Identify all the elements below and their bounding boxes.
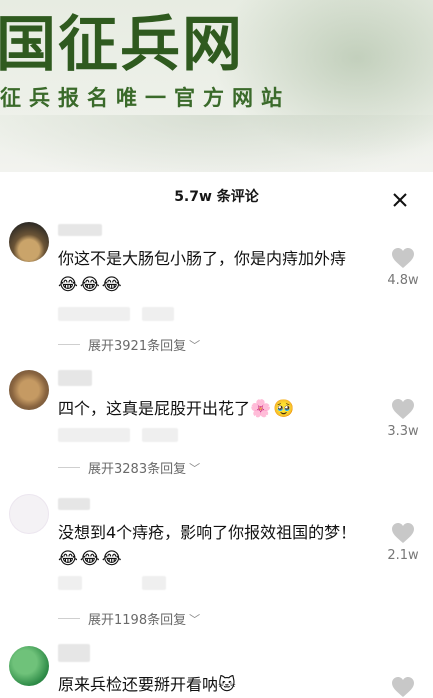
comment-item: 原来兵检还要掰开看呐🐱 (0, 644, 433, 698)
comment-item: 没想到4个痔疮，影响了你报效祖国的梦！ 😂 😂 😂 展开1198条回复 ﹀ 2.1w (0, 494, 433, 634)
close-icon (393, 193, 407, 207)
chevron-down-icon: ﹀ (189, 612, 201, 626)
avatar[interactable] (9, 494, 49, 534)
emoji: 😂 (101, 549, 122, 569)
emoji: 🌸 (250, 399, 272, 419)
expand-replies[interactable]: 展开3283条回复 ﹀ (58, 458, 200, 477)
banner-subtitle: 征兵报名唯一官方网站 (0, 86, 290, 110)
emoji: 🐱 (218, 675, 236, 695)
meta-redacted (58, 307, 130, 321)
emoji: 😂 (101, 275, 122, 295)
avatar[interactable] (9, 222, 49, 262)
avatar[interactable] (9, 370, 49, 410)
emoji: 😂 (58, 549, 78, 569)
comment-emojis: 😂 😂 😂 (58, 272, 124, 298)
username-redacted (58, 370, 92, 386)
comment-text: 原来兵检还要掰开看呐🐱 (58, 672, 238, 698)
like-count: 3.3w (387, 424, 419, 439)
meta-redacted (142, 576, 166, 590)
emoji: 🥹 (273, 399, 295, 419)
banner-decoration (0, 115, 433, 172)
username-redacted (58, 498, 90, 510)
username-redacted (58, 644, 90, 662)
like-count: 2.1w (387, 548, 419, 563)
comment-item: 四个，这真是屁股开出花了🌸 🥹 展开3283条回复 ﹀ 3.3w (0, 368, 433, 488)
username-redacted (58, 224, 102, 236)
comment-text: 没想到4个痔疮，影响了你报效祖国的梦！ (58, 523, 357, 542)
expand-replies-label: 展开3283条回复 (88, 462, 187, 477)
heart-icon (392, 677, 414, 697)
expand-replies[interactable]: 展开3921条回复 ﹀ (58, 335, 200, 354)
chevron-down-icon: ﹀ (189, 461, 201, 475)
like-button[interactable]: 4.8w (386, 247, 420, 288)
chevron-down-icon: ﹀ (189, 338, 201, 352)
heart-icon (392, 399, 414, 419)
heart-icon (392, 248, 414, 268)
comment-text-body: 原来兵检还要掰开看呐 (58, 675, 219, 694)
sheet-header: 5.7w 条评论 (0, 172, 433, 222)
like-button[interactable]: 2.1w (386, 522, 420, 563)
expand-replies-label: 展开1198条回复 (88, 613, 187, 628)
emoji: 😂 (79, 549, 100, 569)
emoji: 😂 (58, 275, 78, 295)
emoji: 😂 (79, 275, 100, 295)
like-count: 4.8w (387, 273, 419, 288)
expand-replies-label: 展开3921条回复 (88, 339, 187, 354)
expand-replies[interactable]: 展开1198条回复 ﹀ (58, 609, 200, 628)
close-button[interactable] (388, 188, 412, 212)
comment-text-body: 四个，这真是屁股开出花了 (58, 399, 251, 418)
comment-count-title: 5.7w 条评论 (174, 189, 259, 205)
comment-emojis: 😂 😂 😂 (58, 546, 124, 572)
comment-sheet: 5.7w 条评论 你这不是大肠包小肠了，你是内痔加外痔 😂 😂 😂 展开3921条回… (0, 172, 433, 698)
avatar[interactable] (9, 646, 49, 686)
like-button[interactable] (386, 676, 420, 698)
comment-text: 你这不是大肠包小肠了，你是内痔加外痔 (58, 249, 347, 268)
like-button[interactable]: 3.3w (386, 398, 420, 439)
comment-item: 你这不是大肠包小肠了，你是内痔加外痔 😂 😂 😂 展开3921条回复 ﹀ 4.8w (0, 222, 433, 354)
banner-title: 国征兵网 (0, 10, 244, 80)
meta-redacted (58, 576, 82, 590)
comment-text: 四个，这真是屁股开出花了🌸 🥹 (58, 396, 296, 422)
banner: 国征兵网 征兵报名唯一官方网站 (0, 0, 433, 172)
heart-icon (392, 523, 414, 543)
meta-redacted (58, 428, 130, 442)
meta-redacted (142, 307, 174, 321)
meta-redacted (142, 428, 178, 442)
